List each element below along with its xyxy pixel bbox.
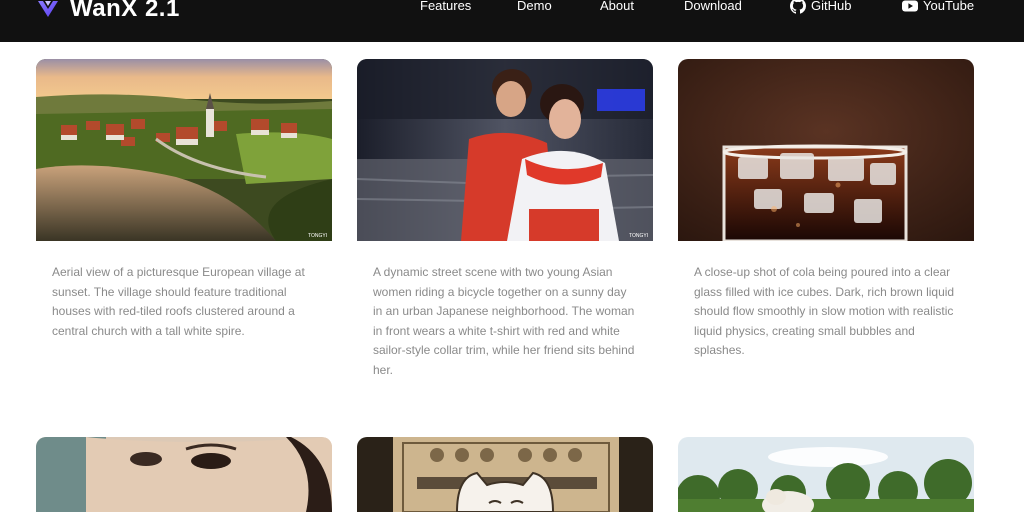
wanx-logo-icon	[38, 1, 58, 17]
woman-closeup-video[interactable]	[36, 437, 332, 512]
watermark: TONGYI	[308, 233, 327, 239]
video-card[interactable]: A close-up shot of cola being poured int…	[678, 59, 974, 389]
nav-download-link[interactable]: Download	[684, 0, 742, 14]
video-card[interactable]	[36, 437, 332, 512]
nav-features-link[interactable]: Features	[420, 0, 471, 14]
dog-in-field-video[interactable]	[678, 437, 974, 512]
nav-label: About	[600, 0, 634, 13]
card-caption: A close-up shot of cola being poured int…	[694, 265, 955, 358]
app-title: WanX 2.1	[70, 0, 180, 22]
european-village-sunset-video[interactable]: TONGYI	[36, 59, 332, 241]
nav-demo-link[interactable]: Demo	[517, 0, 552, 14]
cartoon-cat-poster-video[interactable]	[357, 437, 653, 512]
card-caption: Aerial view of a picturesque European vi…	[52, 265, 305, 338]
top-navbar: WanX 2.1 Features Demo About Download Gi…	[0, 0, 1024, 42]
video-card[interactable]	[678, 437, 974, 512]
nav-youtube-link[interactable]: YouTube	[902, 0, 974, 14]
nav-github-link[interactable]: GitHub	[790, 0, 851, 14]
nav-label: YouTube	[923, 0, 975, 13]
brand[interactable]: WanX 2.1	[36, 0, 180, 23]
github-icon	[790, 0, 806, 14]
nav-about-link[interactable]: About	[600, 0, 634, 14]
nav-label: GitHub	[811, 0, 852, 13]
video-card[interactable]: TONGYI A dynamic street scene with two y…	[357, 59, 653, 389]
video-card[interactable]	[357, 437, 653, 512]
card-caption: A dynamic street scene with two young As…	[373, 265, 635, 377]
nav-label: Download	[684, 0, 742, 13]
nav-label: Features	[420, 0, 472, 13]
youtube-icon	[902, 0, 918, 12]
nav-label: Demo	[517, 0, 552, 13]
cola-pour-video[interactable]	[678, 59, 974, 241]
street-bicycle-video[interactable]: TONGYI	[357, 59, 653, 241]
video-card[interactable]: TONGYI Aerial view of a picturesque Euro…	[36, 59, 332, 389]
watermark: TONGYI	[629, 233, 648, 239]
